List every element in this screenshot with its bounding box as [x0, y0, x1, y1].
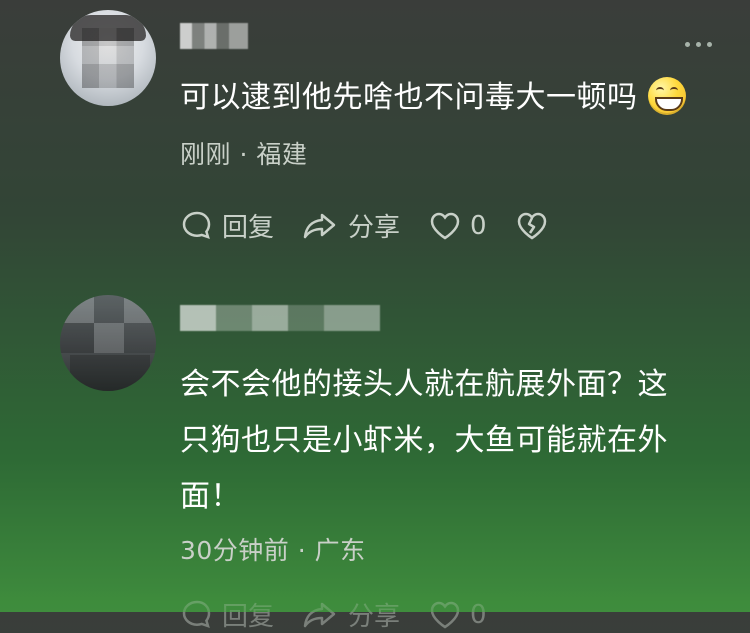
comment-text: 可以逮到他先啥也不问毒大一顿吗: [180, 70, 686, 126]
avatar[interactable]: [60, 10, 156, 106]
username-mosaic[interactable]: [180, 305, 380, 331]
more-dot: [707, 42, 712, 47]
grinning-face-emoji-icon: [647, 76, 686, 115]
emoji-mouth: [654, 96, 683, 111]
comment-text: 会不会他的接头人就在航展外面？这 只狗也只是小虾米，大鱼可能就在外 面！: [180, 357, 668, 525]
avatar-mosaic-block: [124, 295, 156, 323]
comment-time-location: 刚刚 · 福建: [180, 140, 308, 169]
comment-text-line: 面！: [180, 479, 241, 514]
like-button[interactable]: 0: [428, 209, 487, 243]
avatar-mosaic-block: [94, 295, 124, 323]
avatar-mosaic-block: [60, 295, 94, 323]
reply-button[interactable]: 回复: [180, 207, 274, 244]
dislike-button[interactable]: [515, 209, 549, 243]
bottom-fade-overlay: [0, 586, 750, 612]
avatar-mosaic-block: [70, 355, 150, 391]
comment-text-line: 会不会他的接头人就在航展外面？这: [180, 367, 668, 402]
avatar-mosaic-block: [60, 323, 94, 353]
more-dot: [696, 42, 701, 47]
share-arrow-icon: [303, 213, 336, 238]
reply-label: 回复: [222, 213, 275, 243]
share-label: 分享: [348, 213, 401, 243]
more-dot: [685, 42, 690, 47]
comment-text-line: 只狗也只是小虾米，大鱼可能就在外: [180, 423, 668, 458]
broken-heart-icon: [517, 212, 546, 239]
comment-text-content: 可以逮到他先啥也不问毒大一顿吗: [180, 80, 638, 115]
avatar-mosaic: [82, 28, 134, 88]
comment-bubble-icon: [182, 211, 211, 239]
share-button[interactable]: 分享: [302, 207, 400, 244]
comment-time-location: 30分钟前 · 广东: [180, 536, 366, 565]
more-horizontal-icon[interactable]: [685, 42, 712, 47]
avatar-mosaic-block: [94, 323, 124, 353]
like-count: 0: [470, 210, 487, 241]
heart-icon: [430, 212, 460, 239]
username-mosaic[interactable]: [180, 23, 248, 49]
avatar[interactable]: [60, 295, 156, 391]
comment-action-bar: 回复 分享 0: [180, 207, 549, 244]
avatar-mosaic-block: [124, 323, 156, 353]
